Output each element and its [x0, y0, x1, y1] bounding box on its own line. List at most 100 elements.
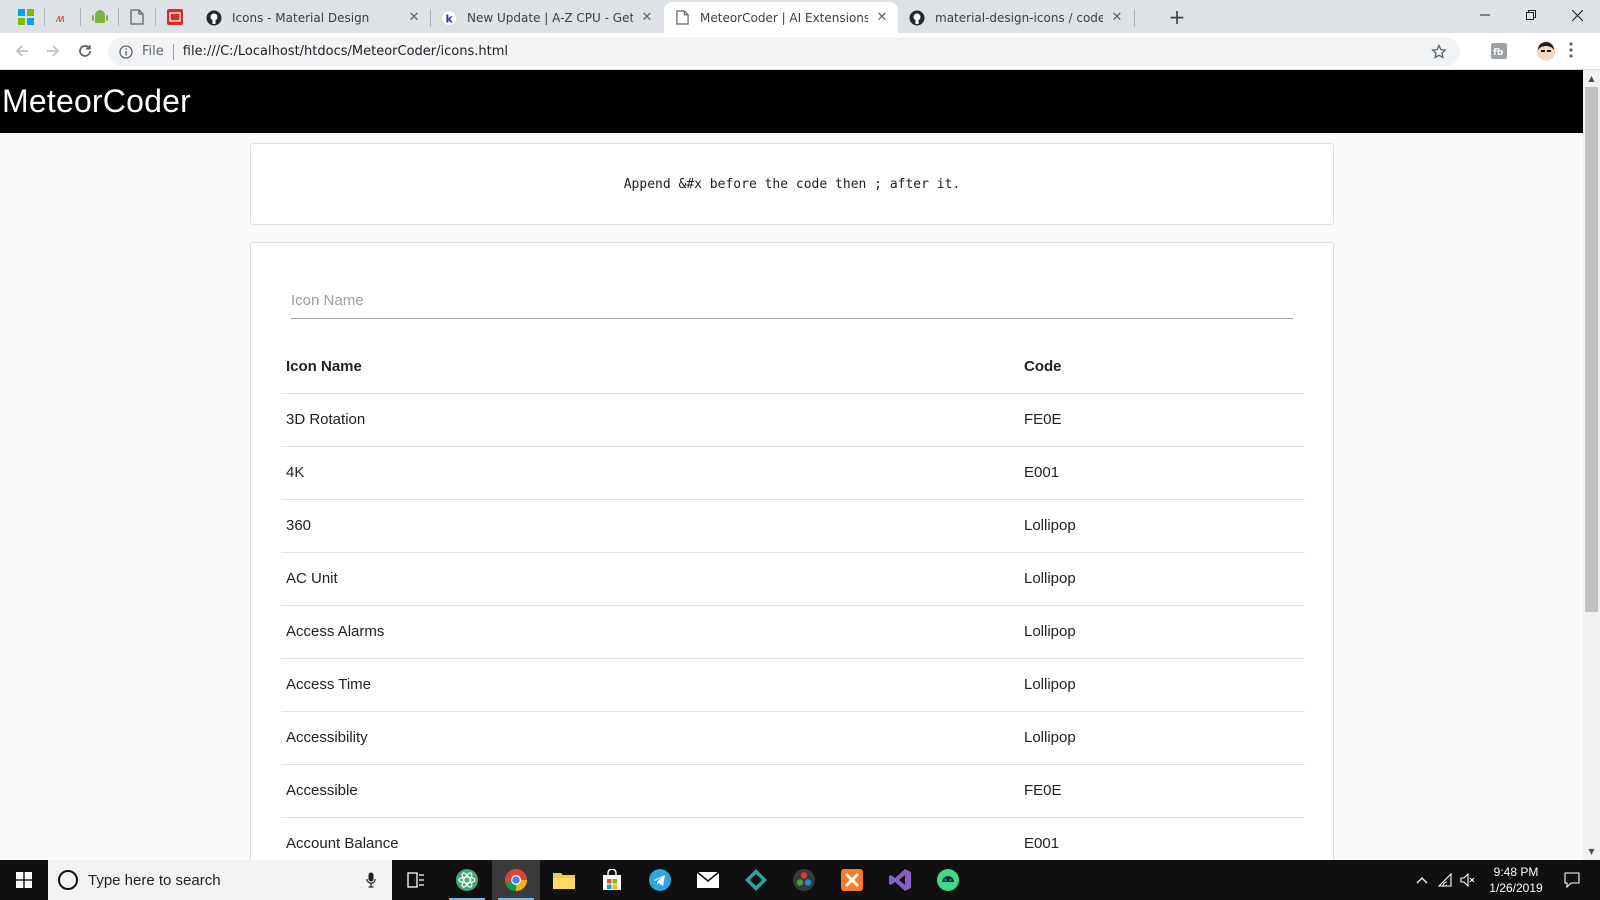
- bookmark-star-icon[interactable]: [1430, 43, 1448, 61]
- table-header-row: Icon Name Code: [281, 341, 1305, 394]
- icon-name-cell: Access Time: [281, 658, 1019, 712]
- table-row: 4K E001: [281, 446, 1305, 500]
- table-row: Account Balance E001: [281, 817, 1305, 860]
- code-cell: Lollipop: [1019, 552, 1305, 606]
- taskbar-mail[interactable]: [684, 860, 732, 900]
- pinned-tab-android[interactable]: [88, 6, 112, 28]
- scrollbar-thumb[interactable]: [1585, 87, 1598, 612]
- taskbar-sourcetree[interactable]: [732, 860, 780, 900]
- taskbar-chrome-app[interactable]: [492, 860, 540, 900]
- pinned-tab-windows[interactable]: [14, 6, 38, 28]
- icon-name-cell: 3D Rotation: [281, 393, 1019, 447]
- forward-button[interactable]: [41, 39, 65, 63]
- hint-card: Append &#x before the code then ; after …: [250, 143, 1334, 225]
- folder-icon: [553, 873, 575, 889]
- url-text[interactable]: file:///C:/Localhost/htdocs/MeteorCoder/…: [183, 44, 508, 59]
- svg-text:fb: fb: [1493, 48, 1504, 58]
- table-row: Accessibility Lollipop: [281, 711, 1305, 765]
- taskbar-xampp[interactable]: [828, 860, 876, 900]
- icon-name-cell: Accessibility: [281, 711, 1019, 765]
- taskbar-atom-app[interactable]: [443, 860, 491, 900]
- android-studio-icon: [937, 869, 959, 891]
- code-cell: Lollipop: [1019, 605, 1305, 659]
- icon-name-cell: Account Balance: [281, 817, 1019, 860]
- tab-material-design-icons-codepoints[interactable]: material-design-icons / codepoin ✕: [899, 2, 1133, 33]
- browser-menu-button[interactable]: [1569, 42, 1579, 60]
- back-button[interactable]: [10, 39, 34, 63]
- pinned-tab-hotel[interactable]: [163, 6, 187, 28]
- info-icon[interactable]: [118, 44, 134, 60]
- tab-close-icon[interactable]: ✕: [874, 10, 890, 26]
- pinned-separator: [155, 8, 156, 26]
- taskbar-store[interactable]: [588, 860, 636, 900]
- volume-control[interactable]: [1458, 860, 1478, 900]
- code-cell: FE0E: [1019, 393, 1305, 447]
- cortana-circle-icon: [58, 870, 78, 890]
- page-icon: [130, 9, 144, 25]
- tab-label: Icons - Material Design: [232, 10, 370, 25]
- page-scrollbar[interactable]: ▲ ▼: [1583, 70, 1600, 860]
- tab-close-icon[interactable]: ✕: [639, 10, 655, 26]
- tab-icons-material-design[interactable]: Icons - Material Design ✕: [196, 2, 430, 33]
- scroll-down-arrow-icon[interactable]: ▼: [1583, 843, 1600, 860]
- avatar-icon: [1536, 41, 1556, 61]
- tab-close-icon[interactable]: ✕: [406, 10, 422, 26]
- brand-title[interactable]: MeteorCoder: [2, 83, 191, 120]
- show-hidden-icons-button[interactable]: [1412, 860, 1432, 900]
- table-row: Accessible FE0E: [281, 764, 1305, 818]
- tab-meteorcoder[interactable]: MeteorCoder | AI Extensions ✕: [664, 2, 898, 33]
- pinned-tab-page[interactable]: [125, 6, 149, 28]
- clock-time: 9:48 PM: [1493, 865, 1539, 879]
- task-view-button[interactable]: [392, 860, 440, 900]
- table-row: 360 Lollipop: [281, 499, 1305, 553]
- hint-text: Append &#x before the code then ; after …: [623, 176, 961, 192]
- new-tab-button[interactable]: +: [1166, 5, 1188, 29]
- action-center-button[interactable]: [1556, 860, 1588, 900]
- address-bar[interactable]: File file:///C:/Localhost/htdocs/MeteorC…: [108, 37, 1460, 66]
- extension-icon[interactable]: fb: [1490, 42, 1508, 60]
- ai-brand-icon: ʍ: [55, 12, 65, 25]
- tab-close-icon[interactable]: ✕: [1109, 10, 1125, 26]
- code-cell: Lollipop: [1019, 499, 1305, 553]
- taskbar-telegram[interactable]: [636, 860, 684, 900]
- task-view-icon: [407, 872, 424, 888]
- pinned-separator: [80, 8, 81, 26]
- icon-search-input[interactable]: [291, 283, 1293, 319]
- icon-code-table: Icon Name Code 3D Rotation FE0E 4K E001 36…: [281, 341, 1305, 860]
- chevron-up-icon: [1416, 877, 1428, 884]
- taskbar-file-explorer[interactable]: [540, 860, 588, 900]
- microphone-icon[interactable]: [364, 870, 378, 890]
- start-button[interactable]: [0, 860, 48, 900]
- tab-new-update-az-cpu[interactable]: k New Update | A-Z CPU - Get All I ✕: [431, 2, 663, 33]
- tab-separator: [1134, 9, 1135, 27]
- browser-tab-strip: ʍ Icons - Material Design ✕ k New Update…: [0, 0, 1600, 33]
- taskbar-search-box[interactable]: Type here to search: [48, 860, 392, 900]
- network-status[interactable]: [1436, 860, 1456, 900]
- hotel-brand-icon: [167, 9, 183, 25]
- reload-icon: [79, 45, 91, 57]
- taskbar-clock[interactable]: 9:48 PM 1/26/2019: [1478, 864, 1554, 896]
- taskbar-android-studio[interactable]: [924, 860, 972, 900]
- scheme-label: File: [142, 44, 164, 59]
- kebab-menu-icon: [1569, 42, 1573, 58]
- restore-button[interactable]: [1508, 0, 1554, 30]
- telegram-icon: [649, 869, 671, 891]
- code-cell: FE0E: [1019, 764, 1305, 818]
- taskbar-visual-studio[interactable]: [876, 860, 924, 900]
- icon-name-cell: AC Unit: [281, 552, 1019, 606]
- pinned-separator: [118, 8, 119, 26]
- pinned-tab-ai[interactable]: ʍ: [51, 6, 75, 28]
- scroll-up-arrow-icon[interactable]: ▲: [1583, 70, 1600, 87]
- windows-taskbar: Type here to search 9:48 PM 1/26/2019: [0, 860, 1600, 900]
- profile-avatar[interactable]: [1536, 41, 1556, 61]
- xampp-icon: [841, 869, 863, 891]
- close-window-button[interactable]: [1554, 0, 1600, 30]
- table-row: Access Alarms Lollipop: [281, 605, 1305, 659]
- restore-icon: [1526, 10, 1536, 20]
- reload-button[interactable]: [73, 39, 97, 63]
- minimize-button[interactable]: [1462, 0, 1508, 30]
- page-icon: [674, 10, 690, 26]
- github-octocat-icon: [206, 10, 222, 26]
- taskbar-davinci-resolve[interactable]: [780, 860, 828, 900]
- tab-label: New Update | A-Z CPU - Get All I: [467, 10, 633, 25]
